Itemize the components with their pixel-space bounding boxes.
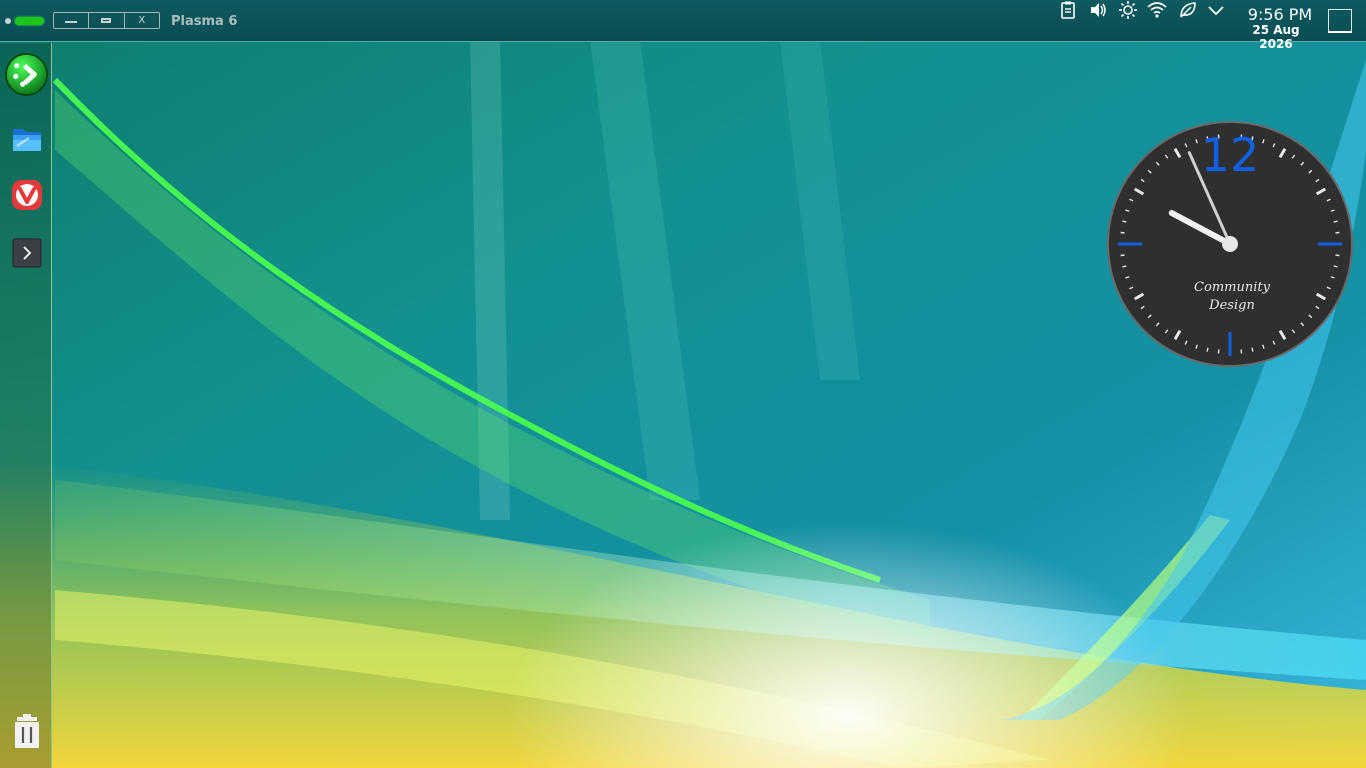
clock-twelve-label: 12	[1201, 128, 1260, 182]
panel-activity-indicator[interactable]	[15, 17, 44, 25]
launcher-icon[interactable]	[4, 52, 49, 97]
clock-tick	[1122, 265, 1127, 268]
show-desktop-button[interactable]	[1328, 9, 1352, 33]
power-saving-leaf-icon[interactable]	[1178, 0, 1198, 20]
minimize-button[interactable]	[54, 13, 88, 28]
clock-brand-line-2: Design	[1208, 298, 1255, 313]
trash-icon[interactable]	[9, 713, 45, 749]
volume-icon[interactable]	[1088, 0, 1108, 20]
clock-tick	[1122, 220, 1127, 223]
close-button[interactable]: X	[123, 13, 159, 28]
clock-center-pin	[1222, 236, 1238, 252]
close-icon: X	[138, 15, 146, 26]
panel-indicator-dot	[5, 18, 11, 24]
clock-date[interactable]: 25 Aug 2026	[1236, 23, 1316, 51]
maximize-button[interactable]	[88, 13, 123, 28]
maximize-icon	[101, 18, 112, 23]
active-window-title: Plasma 6	[171, 14, 238, 29]
wifi-icon[interactable]	[1147, 0, 1167, 20]
clock-brand-line-1: Community	[1194, 280, 1271, 295]
brightness-icon[interactable]	[1118, 0, 1138, 20]
chevron-down-icon[interactable]	[1206, 0, 1226, 20]
top-panel: X Plasma 6 9:56 PM 25 Aug 2026	[0, 0, 1366, 51]
clock-tick	[1333, 220, 1338, 223]
file-manager-icon[interactable]	[9, 121, 45, 157]
clock-time[interactable]: 9:56 PM	[1236, 5, 1324, 24]
window-controls: X	[53, 12, 160, 29]
terminal-icon[interactable]	[9, 235, 45, 271]
minimize-icon	[65, 21, 78, 23]
clock-tick	[1251, 347, 1254, 352]
clipboard-icon[interactable]	[1058, 0, 1078, 20]
left-dock	[0, 43, 52, 768]
clock-tick	[1206, 347, 1209, 352]
clock-tick	[1333, 265, 1338, 268]
analog-clock-widget[interactable]: 12 Community Design	[1106, 120, 1354, 368]
desktop-wallpaper	[0, 0, 1366, 768]
vivaldi-browser-icon[interactable]	[9, 177, 45, 213]
